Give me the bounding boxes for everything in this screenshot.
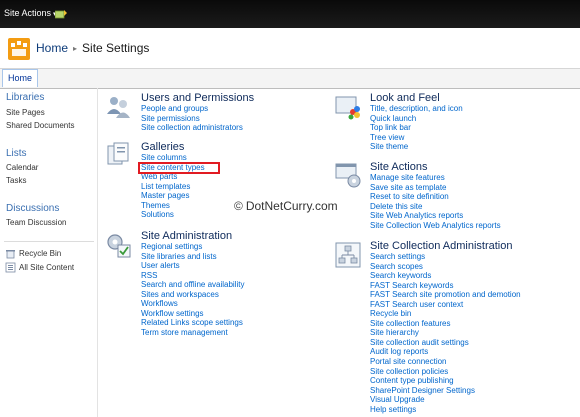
link-fast-search-site-promotion-and-demotion[interactable]: FAST Search site promotion and demotion [370, 290, 521, 300]
link-master-pages[interactable]: Master pages [141, 191, 205, 201]
quick-launch-item-team-discussion[interactable]: Team Discussion [6, 218, 66, 227]
link-related-links-scope-settings[interactable]: Related Links scope settings [141, 318, 244, 328]
section-title-look-and-feel: Look and Feel [370, 92, 440, 104]
link-search-scopes[interactable]: Search scopes [370, 262, 521, 272]
link-site-hierarchy[interactable]: Site hierarchy [370, 328, 521, 338]
link-site-collection-features[interactable]: Site collection features [370, 319, 521, 329]
breadcrumb: Home ▸ Site Settings [36, 41, 149, 55]
link-site-theme[interactable]: Site theme [370, 142, 463, 152]
quick-launch-heading-discussions[interactable]: Discussions [6, 203, 59, 214]
link-content-type-publishing[interactable]: Content type publishing [370, 376, 521, 386]
link-solutions[interactable]: Solutions [141, 210, 205, 220]
quick-launch-item-shared-documents[interactable]: Shared Documents [6, 121, 74, 130]
link-fast-search-user-context[interactable]: FAST Search user context [370, 300, 521, 310]
section-links-site-collection-administration: Search settings Search scopes Search key… [370, 252, 521, 414]
link-list-templates[interactable]: List templates [141, 182, 205, 192]
quick-launch-heading-lists[interactable]: Lists [6, 148, 27, 159]
section-links-site-actions: Manage site features Save site as templa… [370, 173, 501, 230]
quick-launch-item-all-site-content[interactable]: All Site Content [19, 263, 74, 272]
link-search-settings[interactable]: Search settings [370, 252, 521, 262]
link-site-collection-administrators[interactable]: Site collection administrators [141, 123, 243, 133]
link-term-store-management[interactable]: Term store management [141, 328, 244, 338]
copyright-symbol: © [234, 199, 243, 213]
users-icon [107, 97, 130, 118]
section-title-users-and-permissions: Users and Permissions [141, 92, 255, 104]
link-regional-settings[interactable]: Regional settings [141, 242, 244, 252]
site-actions-label[interactable]: Site Actions [4, 8, 51, 18]
site-logo-icon[interactable] [8, 38, 30, 60]
link-tree-view[interactable]: Tree view [370, 133, 463, 143]
site-actions-menu[interactable]: Site Actions▾ [4, 8, 57, 18]
section-title-site-collection-administration: Site Collection Administration [370, 240, 513, 252]
link-help-settings[interactable]: Help settings [370, 405, 521, 415]
link-themes[interactable]: Themes [141, 201, 205, 211]
section-links-look-and-feel: Title, description, and icon Quick launc… [370, 104, 463, 152]
link-workflow-settings[interactable]: Workflow settings [141, 309, 244, 319]
recycle-bin-icon [6, 250, 15, 259]
link-reset-to-site-definition[interactable]: Reset to site definition [370, 192, 501, 202]
link-site-permissions[interactable]: Site permissions [141, 114, 243, 124]
watermark: © DotNetCurry.com [234, 199, 338, 213]
quick-launch-item-tasks[interactable]: Tasks [6, 176, 26, 185]
all-site-content-icon [5, 262, 16, 273]
link-visual-upgrade[interactable]: Visual Upgrade [370, 395, 521, 405]
link-sharepoint-designer-settings[interactable]: SharePoint Designer Settings [370, 386, 521, 396]
site-collection-admin-icon [335, 242, 361, 268]
quick-launch-heading-libraries[interactable]: Libraries [6, 92, 44, 103]
watermark-text: DotNetCurry.com [245, 199, 338, 213]
link-quick-launch[interactable]: Quick launch [370, 114, 463, 124]
link-delete-this-site[interactable]: Delete this site [370, 202, 501, 212]
link-site-libraries-and-lists[interactable]: Site libraries and lists [141, 252, 244, 262]
page-title: Site Settings [82, 41, 150, 55]
navigate-up-icon[interactable] [55, 9, 68, 19]
link-recycle-bin[interactable]: Recycle bin [370, 309, 521, 319]
breadcrumb-home-link[interactable]: Home [36, 41, 68, 55]
galleries-icon [107, 142, 129, 165]
section-title-site-administration: Site Administration [141, 230, 233, 242]
look-feel-icon [335, 96, 360, 120]
link-site-collection-audit-settings[interactable]: Site collection audit settings [370, 338, 521, 348]
link-audit-log-reports[interactable]: Audit log reports [370, 347, 521, 357]
link-sites-and-workspaces[interactable]: Sites and workspaces [141, 290, 244, 300]
section-links-users-and-permissions: People and groups Site permissions Site … [141, 104, 243, 133]
highlight-box [138, 162, 220, 174]
link-rss[interactable]: RSS [141, 271, 244, 281]
link-save-site-as-template[interactable]: Save site as template [370, 183, 501, 193]
top-ribbon-bar [0, 0, 580, 28]
section-title-site-actions: Site Actions [370, 161, 428, 173]
quick-launch-item-calendar[interactable]: Calendar [6, 163, 38, 172]
quick-launch-item-recycle-bin[interactable]: Recycle Bin [19, 249, 61, 258]
site-actions-icon [335, 163, 361, 188]
link-manage-site-features[interactable]: Manage site features [370, 173, 501, 183]
site-admin-icon [107, 234, 131, 258]
link-search-and-offline-availability[interactable]: Search and offline availability [141, 280, 244, 290]
link-search-keywords[interactable]: Search keywords [370, 271, 521, 281]
link-title-description-and-icon[interactable]: Title, description, and icon [370, 104, 463, 114]
link-workflows[interactable]: Workflows [141, 299, 244, 309]
quick-launch-item-site-pages[interactable]: Site Pages [6, 108, 45, 117]
section-title-galleries: Galleries [141, 141, 185, 153]
breadcrumb-separator-icon: ▸ [73, 44, 78, 53]
link-people-and-groups[interactable]: People and groups [141, 104, 243, 114]
tab-home[interactable]: Home [2, 69, 39, 87]
link-fast-search-keywords[interactable]: FAST Search keywords [370, 281, 521, 291]
top-link-bar [0, 68, 580, 89]
quick-launch-divider [4, 241, 94, 242]
link-top-link-bar[interactable]: Top link bar [370, 123, 463, 133]
section-links-site-administration: Regional settings Site libraries and lis… [141, 242, 244, 337]
link-site-collection-policies[interactable]: Site collection policies [370, 367, 521, 377]
link-user-alerts[interactable]: User alerts [141, 261, 244, 271]
link-site-web-analytics-reports[interactable]: Site Web Analytics reports [370, 211, 501, 221]
link-site-collection-web-analytics-reports[interactable]: Site Collection Web Analytics reports [370, 221, 501, 231]
link-portal-site-connection[interactable]: Portal site connection [370, 357, 521, 367]
